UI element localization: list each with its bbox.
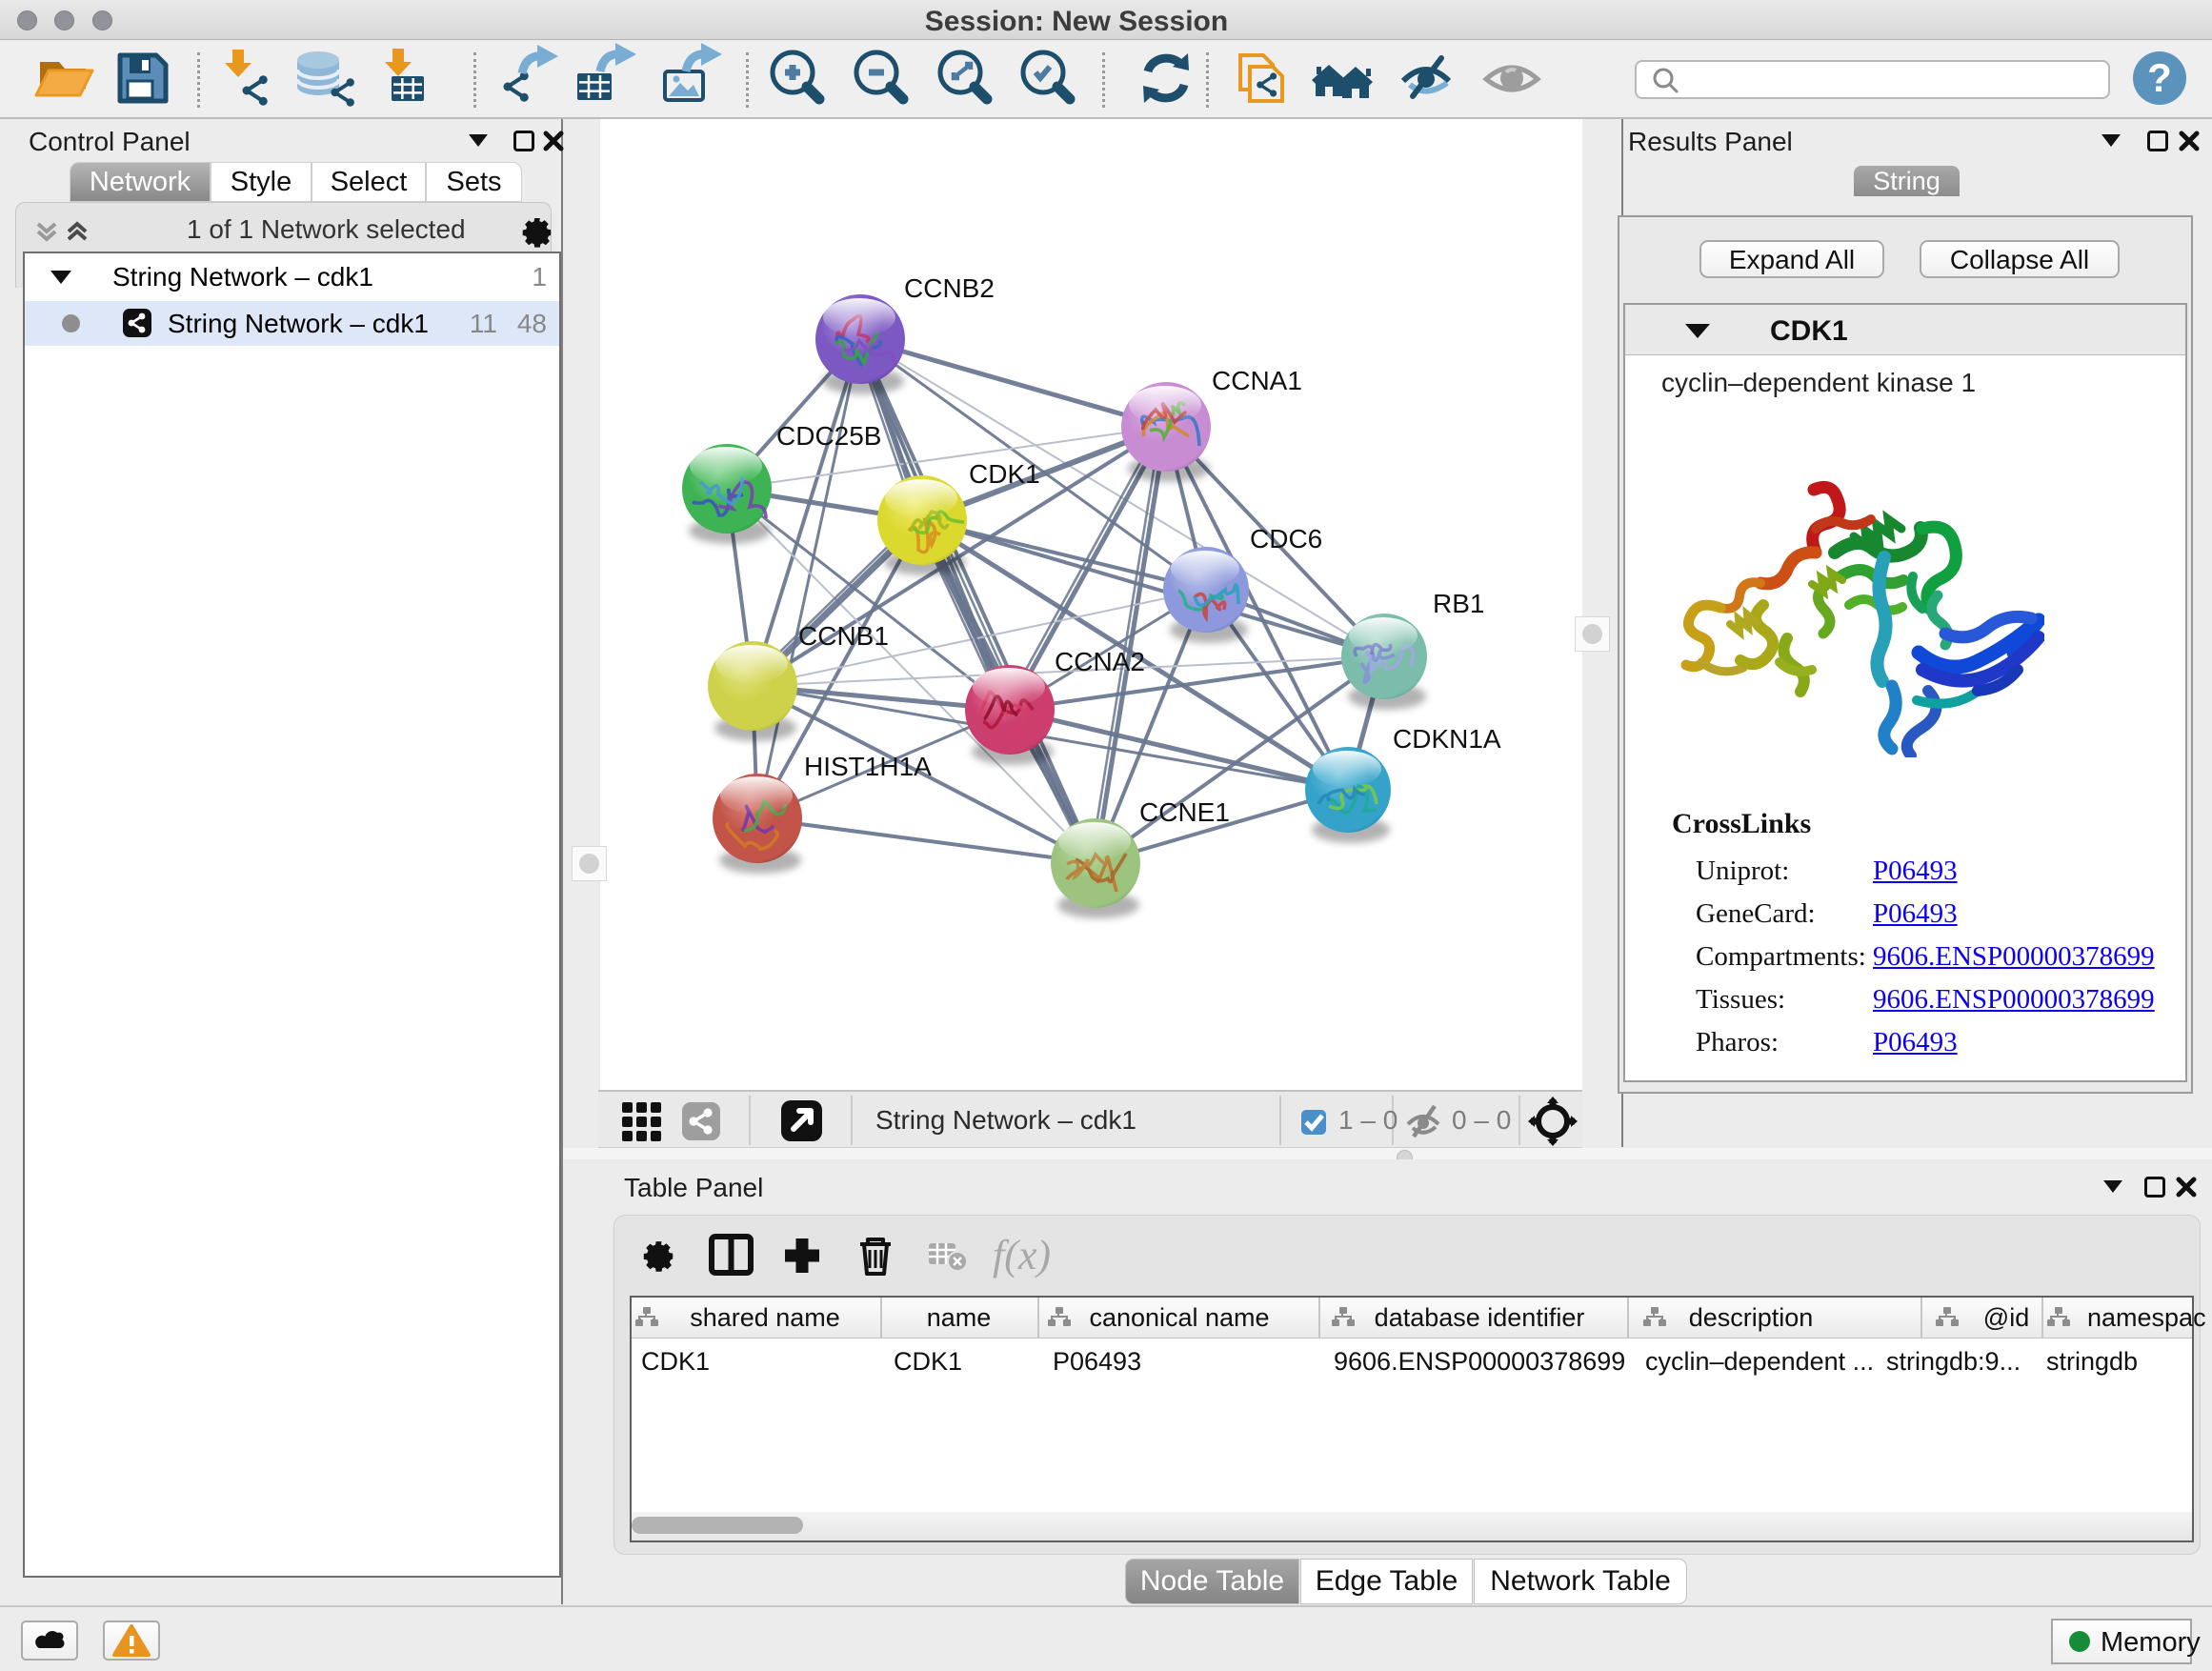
svg-text:CDC25B: CDC25B	[776, 421, 881, 451]
svg-text:CDK1: CDK1	[969, 459, 1040, 489]
svg-text:?: ?	[2147, 55, 2172, 100]
svg-text:CCNA2: CCNA2	[1055, 647, 1145, 676]
svg-text:CCNE1: CCNE1	[1139, 797, 1230, 827]
svg-text:CCNA1: CCNA1	[1212, 366, 1302, 395]
svg-text:f(x): f(x)	[993, 1232, 1051, 1278]
svg-text:HIST1H1A: HIST1H1A	[804, 752, 932, 781]
svg-text:RB1: RB1	[1433, 589, 1484, 618]
svg-text:CCNB2: CCNB2	[904, 273, 995, 303]
svg-text:CDC6: CDC6	[1250, 524, 1322, 554]
svg-text:CDKN1A: CDKN1A	[1393, 724, 1501, 754]
svg-text:CCNB1: CCNB1	[798, 621, 889, 651]
